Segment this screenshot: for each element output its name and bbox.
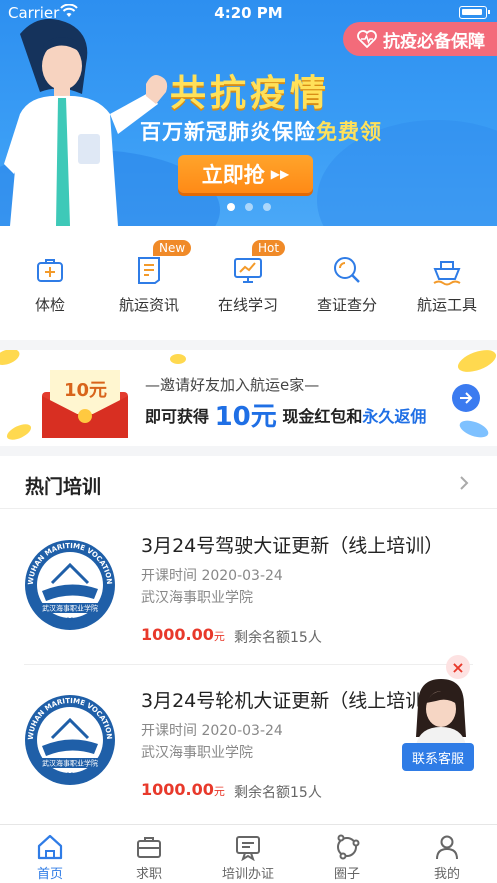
banner-headline: 共抗疫情: [170, 73, 331, 114]
grab-now-button[interactable]: 立即抢 ▶▶: [178, 155, 313, 193]
tab-label: 我的: [433, 867, 460, 882]
carousel-dot[interactable]: [244, 203, 253, 211]
monitor-chart-icon: [234, 258, 262, 283]
course-quota: 剩余名额15人: [234, 785, 322, 801]
banner-subline: 百万新冠肺炎保险免费领: [140, 116, 382, 146]
circle-icon: [337, 834, 360, 860]
certificate-icon: [236, 836, 260, 861]
contact-service-button[interactable]: 联系客服: [402, 743, 474, 771]
tab-label: 圈子: [333, 867, 360, 882]
quick-item-shipping-tools[interactable]: 航运工具: [397, 254, 497, 315]
course-date: 开课时间 2020-03-24: [141, 568, 283, 584]
hot-tag: Hot: [252, 240, 286, 256]
course-title: 3月24号轮机大证更新（线上培训）: [141, 690, 444, 712]
chevron-right-icon[interactable]: [457, 474, 471, 492]
promo-banner[interactable]: Carrier 4:20 PM 抗疫必备保障 共抗疫情 百万新冠肺炎保险免费领 …: [0, 0, 497, 226]
ship-icon: [433, 261, 461, 286]
quick-item-online-learning[interactable]: Hot 在线学习: [198, 240, 298, 315]
epidemic-insurance-badge[interactable]: 抗疫必备保障: [343, 22, 497, 56]
tab-home[interactable]: 首页: [0, 833, 100, 882]
course-card[interactable]: 武汉海事职业学院 1984 WUHAN MARITIME VOCATIONAL …: [0, 509, 497, 659]
quick-item-label: 查证查分: [316, 296, 377, 314]
badge-label: 抗疫必备保障: [383, 31, 485, 52]
heart-pulse-icon: [357, 30, 377, 48]
subline-highlight: 免费领: [316, 120, 382, 144]
price-value: 1000.00: [141, 625, 214, 644]
quick-item-shipping-news[interactable]: New 航运资讯: [99, 240, 199, 315]
tab-bar: 首页 求职 培训办证 圈子 我的: [0, 824, 497, 883]
course-title: 3月24号驾驶大证更新（线上培训）: [141, 535, 444, 557]
price-value: 1000.00: [141, 780, 214, 799]
invite-reward-text: 即可获得 10元 现金红包和永久返佣: [145, 396, 426, 433]
double-play-icon: ▶▶: [270, 167, 290, 181]
service-agent-avatar: [416, 679, 466, 745]
reward-mid: 现金红包和: [282, 407, 363, 426]
price-unit: 元: [213, 785, 225, 798]
tab-training-certificates[interactable]: 培训办证: [198, 833, 298, 882]
contact-service-label: 联系客服: [411, 751, 464, 767]
battery-icon: [459, 6, 490, 19]
quick-item-label: 在线学习: [217, 296, 278, 314]
reward-suffix: 永久返佣: [362, 407, 427, 426]
course-quota: 剩余名额15人: [234, 630, 322, 646]
college-logo: 武汉海事职业学院 1984 WUHAN MARITIME VOCATIONAL …: [24, 539, 115, 630]
new-tag: New: [153, 240, 192, 256]
subline-text: 百万新冠肺炎保险: [140, 120, 316, 144]
quick-item-label: 体检: [34, 296, 65, 314]
course-price: 1000.00元: [141, 625, 225, 644]
course-date: 开课时间 2020-03-24: [141, 723, 283, 739]
user-icon: [436, 835, 458, 860]
quick-item-medical-exam[interactable]: 体检: [0, 254, 100, 315]
section-title: 热门培训: [25, 476, 102, 498]
carousel-dot[interactable]: [226, 203, 235, 211]
invite-tagline: —邀请好友加入航运e家—: [145, 376, 320, 394]
quick-menu: 体检 New 航运资讯 Hot 在线学习 查证查分 航运工具: [0, 226, 497, 340]
grab-now-label: 立即抢: [201, 163, 265, 187]
quick-item-label: 航运资讯: [118, 296, 179, 314]
news-icon: [138, 257, 160, 284]
logo-cn: 武汉海事职业学院: [42, 604, 98, 613]
logo-year: 1984: [62, 617, 77, 624]
quick-item-check-scores[interactable]: 查证查分: [297, 254, 397, 315]
tab-jobs[interactable]: 求职: [99, 833, 199, 882]
tab-label: 首页: [36, 867, 63, 882]
logo-year: 1984: [62, 772, 77, 779]
price-unit: 元: [213, 630, 225, 643]
reward-amount: 10元: [214, 402, 277, 432]
course-price: 1000.00元: [141, 780, 225, 799]
tab-label: 求职: [135, 867, 162, 882]
reward-prefix: 即可获得: [145, 407, 210, 426]
logo-cn: 武汉海事职业学院: [42, 759, 98, 768]
tab-circle[interactable]: 圈子: [297, 833, 397, 882]
tab-mine[interactable]: 我的: [397, 833, 497, 882]
briefcase-icon: [137, 837, 161, 858]
carousel-indicator[interactable]: [0, 203, 497, 211]
course-school: 武汉海事职业学院: [141, 745, 253, 761]
search-icon: [334, 257, 360, 283]
carousel-dot[interactable]: [262, 203, 271, 211]
medical-kit-icon: [37, 259, 63, 282]
tab-label: 培训办证: [221, 867, 274, 882]
quick-item-label: 航运工具: [416, 296, 477, 314]
arrow-right-icon[interactable]: [452, 384, 480, 412]
home-icon: [37, 834, 63, 860]
customer-service-float: × 联系客服: [400, 655, 480, 775]
course-school: 武汉海事职业学院: [141, 590, 253, 606]
envelope-amount: 10元: [64, 380, 108, 401]
invite-banner[interactable]: 10元 —邀请好友加入航运e家— 即可获得 10元 现金红包和永久返佣: [0, 350, 497, 446]
college-logo: 武汉海事职业学院 1984 WUHAN MARITIME VOCATIONAL …: [24, 694, 115, 785]
